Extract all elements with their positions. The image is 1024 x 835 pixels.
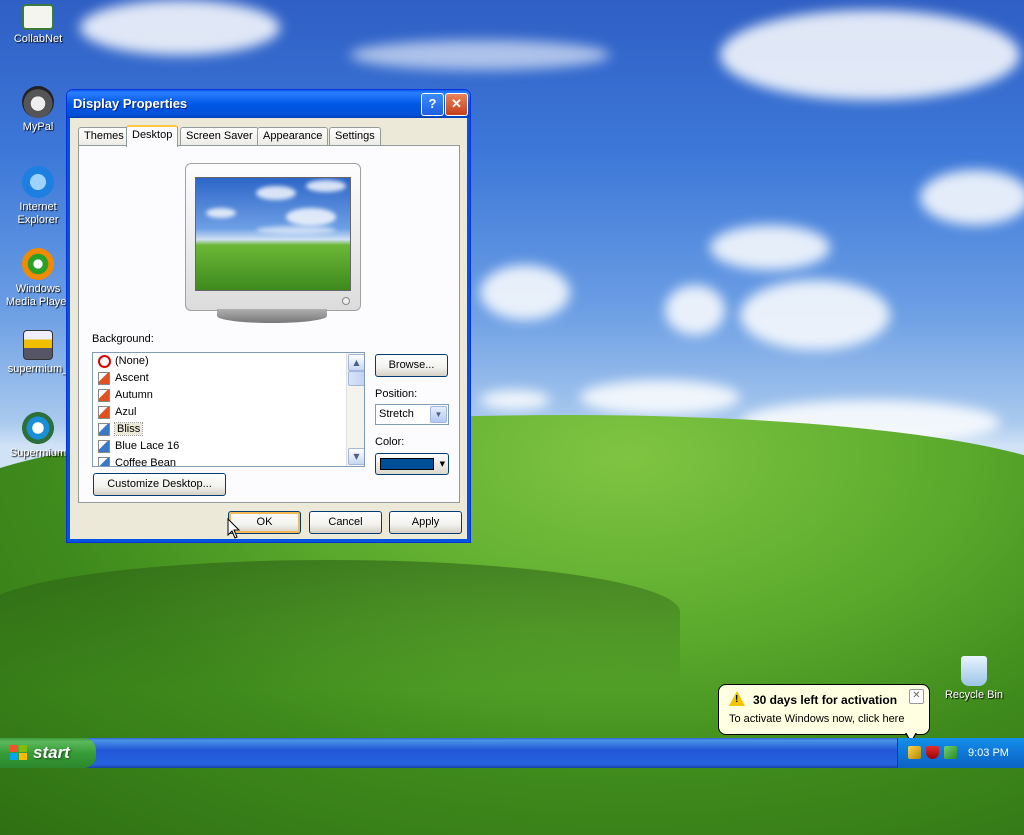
warning-icon: ! <box>729 691 745 706</box>
dialog-body: Themes Desktop Screen Saver Appearance S… <box>70 118 467 539</box>
desktop-icon-label: Supermium <box>9 447 67 459</box>
scroll-up-icon[interactable]: ▲ <box>348 354 364 371</box>
desktop-icon-collabnet[interactable]: CollabNet <box>1 4 75 46</box>
position-select[interactable]: Stretch ▼ <box>375 404 449 425</box>
taskbar: start 9:03 PM <box>0 738 1024 768</box>
desktop-icon-supermium[interactable]: Supermium <box>1 412 75 460</box>
recycle-bin-icon <box>961 656 987 686</box>
mypal-icon <box>22 86 54 118</box>
close-icon: ✕ <box>451 96 462 111</box>
list-item-label: Ascent <box>115 372 149 384</box>
display-properties-dialog: Display Properties ? ✕ Themes Desktop Sc… <box>66 89 471 543</box>
scroll-thumb[interactable] <box>348 371 364 386</box>
color-label: Color: <box>375 436 405 448</box>
list-item-label: Bliss <box>113 422 144 436</box>
position-label: Position: <box>375 388 418 400</box>
list-item-label: Blue Lace 16 <box>115 440 180 452</box>
desktop-icon-label: supermium_ <box>7 363 69 375</box>
list-item[interactable]: Coffee Bean <box>93 455 364 467</box>
desktop-tab-panel: Background: (None) Ascent Autumn Azul Bl… <box>78 145 460 503</box>
position-value: Stretch <box>379 408 414 420</box>
dialog-title: Display Properties <box>73 96 188 111</box>
list-item[interactable]: Azul <box>93 404 364 421</box>
apply-button[interactable]: Apply <box>389 511 462 534</box>
list-item[interactable]: Blue Lace 16 <box>93 438 364 455</box>
internet-explorer-icon <box>22 166 54 198</box>
bitmap-file-icon <box>98 423 110 436</box>
tab-appearance[interactable]: Appearance <box>257 127 329 145</box>
tab-screen-saver[interactable]: Screen Saver <box>180 127 259 145</box>
balloon-text[interactable]: To activate Windows now, click here <box>729 713 904 725</box>
installer-icon <box>23 330 53 360</box>
list-item-label: Coffee Bean <box>115 457 176 467</box>
cancel-button[interactable]: Cancel <box>309 511 382 534</box>
help-icon: ? <box>428 96 437 111</box>
desktop-icon-internet-explorer[interactable]: Internet Explorer <box>1 166 75 227</box>
image-file-icon <box>98 372 110 385</box>
list-item-selected[interactable]: Bliss <box>93 421 364 438</box>
balloon-title: 30 days left for activation <box>753 693 898 707</box>
power-led-icon <box>342 297 350 305</box>
chevron-down-icon: ▼ <box>439 460 445 468</box>
desktop-icon-mypal[interactable]: MyPal <box>1 86 75 134</box>
wallpaper-preview <box>195 177 351 291</box>
monitor-stand <box>217 309 327 323</box>
list-item-label: Azul <box>115 406 137 418</box>
none-icon <box>98 355 111 368</box>
tab-settings[interactable]: Settings <box>329 127 381 145</box>
supermium-icon <box>22 412 54 444</box>
scroll-down-icon[interactable]: ▼ <box>348 448 364 465</box>
collabnet-icon <box>22 4 54 30</box>
image-file-icon <box>98 389 110 402</box>
desktop-icon-label: Windows Media Player <box>5 283 71 308</box>
security-shield-icon[interactable] <box>926 746 939 759</box>
background-list[interactable]: (None) Ascent Autumn Azul Bliss Blue Lac… <box>92 352 365 467</box>
list-item[interactable]: (None) <box>93 353 364 370</box>
mouse-cursor-icon <box>227 518 241 539</box>
bitmap-file-icon <box>98 457 110 466</box>
desktop-icon-windows-media-player[interactable]: Windows Media Player <box>1 248 75 309</box>
tab-themes[interactable]: Themes <box>78 127 130 145</box>
color-swatch <box>380 458 434 470</box>
desktop-icon-supermium-installer[interactable]: supermium_ <box>1 330 75 376</box>
monitor-preview <box>185 163 361 311</box>
help-button[interactable]: ? <box>421 93 444 116</box>
desktop-icon-label: CollabNet <box>13 33 63 45</box>
start-label: start <box>33 743 70 762</box>
chevron-down-icon: ▼ <box>430 406 447 423</box>
customize-desktop-button[interactable]: Customize Desktop... <box>93 473 226 496</box>
list-item-label: Autumn <box>115 389 153 401</box>
desktop-icon-label: Internet Explorer <box>17 201 59 226</box>
windows-media-player-icon <box>22 248 54 280</box>
list-item[interactable]: Autumn <box>93 387 364 404</box>
start-button[interactable]: start <box>0 738 96 768</box>
color-picker-button[interactable]: ▼ <box>375 453 449 475</box>
bitmap-file-icon <box>98 440 110 453</box>
image-file-icon <box>98 406 110 419</box>
browse-button[interactable]: Browse... <box>375 354 448 377</box>
background-label: Background: <box>92 333 154 345</box>
list-scrollbar[interactable]: ▲ ▼ <box>346 353 364 466</box>
list-item-label: (None) <box>115 355 149 367</box>
dialog-titlebar[interactable]: Display Properties ? ✕ <box>67 90 470 118</box>
desktop-icon-label: MyPal <box>22 121 54 133</box>
desktop-icon-recycle-bin[interactable]: Recycle Bin <box>937 656 1011 702</box>
desktop-icon-label: Recycle Bin <box>944 689 1004 701</box>
balloon-close-icon[interactable]: ✕ <box>909 689 924 704</box>
network-icon[interactable] <box>944 746 957 759</box>
tab-desktop[interactable]: Desktop <box>126 125 179 147</box>
clock[interactable]: 9:03 PM <box>968 747 1009 759</box>
activation-key-icon[interactable] <box>908 746 921 759</box>
close-button[interactable]: ✕ <box>445 93 468 116</box>
windows-logo-icon <box>10 745 28 761</box>
list-item[interactable]: Ascent <box>93 370 364 387</box>
activation-balloon[interactable]: ! 30 days left for activation To activat… <box>718 684 930 743</box>
system-tray: 9:03 PM <box>897 738 1024 768</box>
